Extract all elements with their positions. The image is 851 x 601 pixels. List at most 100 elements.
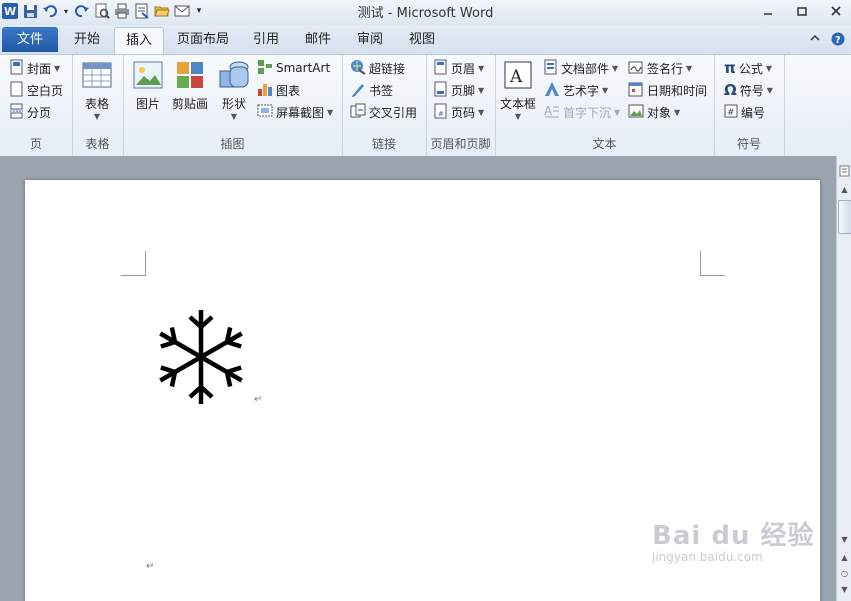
wordart-button[interactable]: 艺术字 ▼ <box>544 80 608 100</box>
chart-icon <box>257 81 273 100</box>
smartart-button[interactable]: SmartArt <box>257 58 330 78</box>
snowflake-icon[interactable] <box>155 308 247 409</box>
header-icon <box>434 59 448 78</box>
select-browse-object-icon[interactable]: ○ <box>838 566 851 580</box>
group-symbols: π 公式 ▼ Ω 符号 ▼ # 编号 符号 <box>714 55 785 156</box>
footer-button[interactable]: 页脚 ▼ <box>434 80 484 100</box>
quick-parts-button[interactable]: 文档部件 ▼ <box>544 58 618 78</box>
chart-button[interactable]: 图表 <box>257 80 300 100</box>
tab-review[interactable]: 审阅 <box>352 27 388 52</box>
page-number-button[interactable]: # 页码 ▼ <box>434 102 484 122</box>
shapes-button[interactable]: 形状 ▼ <box>218 59 250 121</box>
margin-corner-top-right <box>700 251 725 276</box>
chevron-down-icon: ▼ <box>327 107 334 117</box>
signature-line-icon <box>628 59 644 78</box>
textbox-button[interactable]: A 文本框 ▼ <box>500 59 536 121</box>
date-time-button[interactable]: 日期和时间 <box>628 80 707 100</box>
window-controls <box>759 3 845 19</box>
bookmark-button[interactable]: 书签 <box>350 80 393 100</box>
word-window: W ▾ ▾ 测试 - Microsoft Word 文件 开始 插入 页面布局 … <box>0 0 851 601</box>
tab-home[interactable]: 开始 <box>66 27 108 52</box>
omega-icon: Ω <box>724 81 737 99</box>
restore-icon[interactable] <box>793 3 811 19</box>
paragraph-mark: ↵ <box>146 561 155 572</box>
chevron-down-icon: ▼ <box>766 85 773 95</box>
chevron-down-icon: ▼ <box>612 63 619 73</box>
previous-page-icon[interactable]: ▲ <box>838 550 851 564</box>
scrollbar-thumb[interactable] <box>838 200 851 234</box>
textbox-icon: A <box>502 59 534 91</box>
minimize-ribbon-icon[interactable] <box>809 32 821 49</box>
cross-reference-button[interactable]: 交叉引用 <box>350 102 417 122</box>
help-icon[interactable]: ? <box>831 32 845 49</box>
ribbon: 封面 ▼ 空白页 分页 页 表格 ▼ 表格 图片 剪贴画 形状 ▼ SmartA… <box>0 54 851 157</box>
screenshot-icon <box>257 103 273 122</box>
header-button[interactable]: 页眉 ▼ <box>434 58 484 78</box>
drop-cap-button[interactable]: A 首字下沉 ▼ <box>544 102 620 122</box>
group-label-tables: 表格 <box>85 137 110 151</box>
tab-insert[interactable]: 插入 <box>114 27 164 55</box>
page-number-icon: # <box>434 103 448 122</box>
equation-button[interactable]: π 公式 ▼ <box>724 58 772 78</box>
group-label-illustrations: 插图 <box>220 137 245 151</box>
screenshot-button[interactable]: 屏幕截图 ▼ <box>257 102 333 122</box>
hyperlink-button[interactable]: 超链接 <box>350 58 405 78</box>
chevron-down-icon: ▼ <box>478 107 485 117</box>
tab-mailings[interactable]: 邮件 <box>300 27 336 52</box>
clipart-icon <box>174 59 206 91</box>
tab-references[interactable]: 引用 <box>248 27 284 52</box>
chevron-down-icon: ▼ <box>478 85 485 95</box>
chevron-down-icon: ▼ <box>686 63 693 73</box>
next-page-icon[interactable]: ▼ <box>838 582 851 596</box>
table-icon <box>81 59 113 91</box>
clipart-button[interactable]: 剪贴画 <box>172 59 208 112</box>
number-button[interactable]: # 编号 <box>724 102 765 122</box>
chevron-down-icon: ▼ <box>614 107 621 117</box>
watermark-sub-text: jingyan.baidu.com <box>652 550 763 564</box>
close-icon[interactable] <box>827 3 845 19</box>
group-text: A 文本框 ▼ 文档部件 ▼ 艺术字 ▼ A 首字下沉 ▼ 签名行 ▼ 日期和时… <box>495 55 715 156</box>
svg-text:A: A <box>544 104 553 118</box>
object-button[interactable]: 对象 ▼ <box>628 102 680 122</box>
group-pages: 封面 ▼ 空白页 分页 页 <box>0 55 73 156</box>
margin-corner-top-left <box>121 251 146 276</box>
svg-text:#: # <box>727 108 735 118</box>
page-break-button[interactable]: 分页 <box>10 102 51 122</box>
watermark-main-text: Bai du 经验 <box>652 521 815 551</box>
wordart-icon <box>544 81 560 100</box>
page-break-icon <box>10 103 24 122</box>
tab-page-layout[interactable]: 页面布局 <box>172 27 234 52</box>
chevron-down-icon: ▼ <box>478 63 485 73</box>
shapes-icon <box>218 59 250 91</box>
cross-reference-icon <box>350 103 366 122</box>
group-label-text: 文本 <box>592 137 617 151</box>
minimize-icon[interactable] <box>759 3 777 19</box>
signature-line-button[interactable]: 签名行 ▼ <box>628 58 692 78</box>
table-button[interactable]: 表格 ▼ <box>81 59 113 121</box>
ruler-toggle-icon[interactable] <box>838 164 851 178</box>
group-tables: 表格 ▼ 表格 <box>72 55 124 156</box>
vertical-scrollbar[interactable]: ▲ ▼ ▲ ○ ▼ <box>836 156 851 601</box>
group-label-pages: 页 <box>29 137 42 151</box>
group-header-footer: 页眉 ▼ 页脚 ▼ # 页码 ▼ 页眉和页脚 <box>426 55 496 156</box>
cover-page-button[interactable]: 封面 ▼ <box>10 58 60 78</box>
chevron-down-icon: ▼ <box>230 112 238 121</box>
svg-text:?: ? <box>835 35 841 46</box>
scroll-down-icon[interactable]: ▼ <box>838 532 851 546</box>
bookmark-icon <box>350 81 366 100</box>
scroll-up-icon[interactable]: ▲ <box>838 182 851 196</box>
tab-file[interactable]: 文件 <box>2 27 58 52</box>
tab-view[interactable]: 视图 <box>404 27 440 52</box>
picture-button[interactable]: 图片 <box>132 59 164 112</box>
chevron-down-icon: ▼ <box>602 85 609 95</box>
group-links: 超链接 书签 交叉引用 链接 <box>342 55 427 156</box>
ribbon-tab-bar: 文件 开始 插入 页面布局 引用 邮件 审阅 视图 ? <box>0 25 851 55</box>
symbol-button[interactable]: Ω 符号 ▼ <box>724 80 773 100</box>
pi-icon: π <box>724 59 736 77</box>
smartart-icon <box>257 59 273 78</box>
group-label-header-footer: 页眉和页脚 <box>430 137 491 151</box>
date-time-icon <box>628 81 644 100</box>
picture-icon <box>132 59 164 91</box>
blank-page-button[interactable]: 空白页 <box>10 80 63 100</box>
paragraph-mark: ↵ <box>254 394 263 405</box>
